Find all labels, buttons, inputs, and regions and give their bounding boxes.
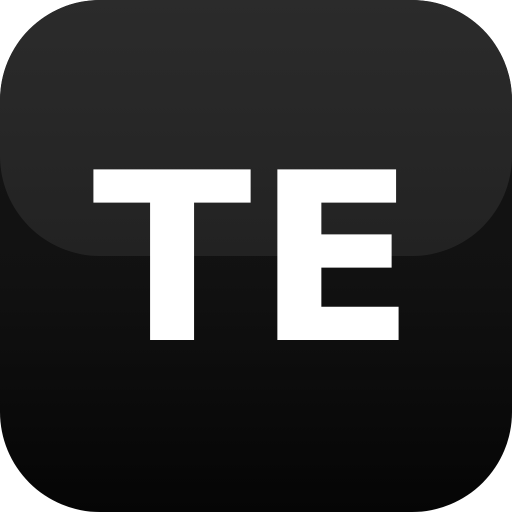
app-icon-label: TE [92,124,420,396]
app-icon[interactable]: TE [0,0,512,512]
